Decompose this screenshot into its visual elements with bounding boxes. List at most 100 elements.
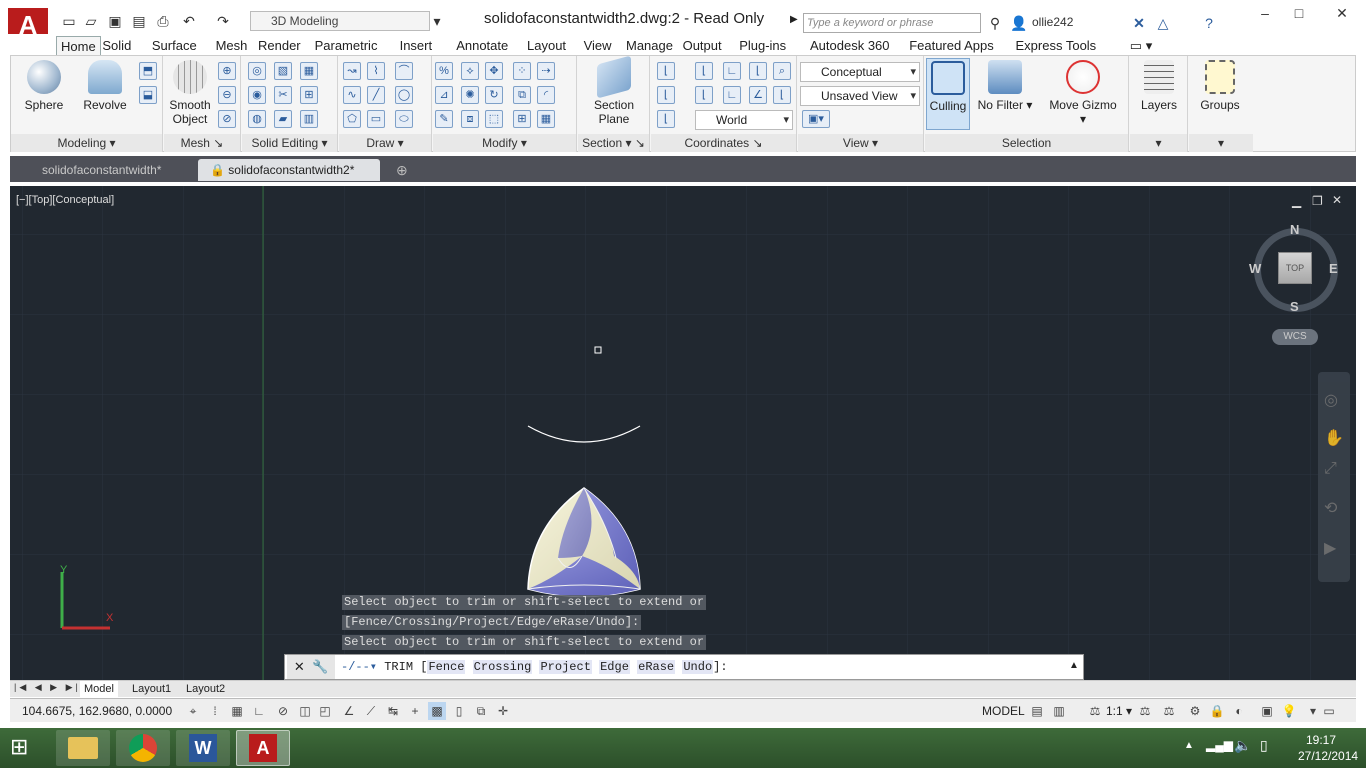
ucs-z-icon[interactable]: ∟ bbox=[723, 86, 741, 104]
mesh-smooth-more-icon[interactable]: ⊕ bbox=[218, 62, 236, 80]
snap-icon[interactable]: ⁞ bbox=[206, 702, 224, 720]
trim-icon[interactable]: % bbox=[435, 62, 453, 80]
3d-osnap-icon[interactable]: ◰ bbox=[316, 702, 334, 720]
option-undo[interactable]: Undo bbox=[682, 660, 714, 674]
grid-array-icon[interactable]: ▦ bbox=[537, 110, 555, 128]
ribbon-tab-mesh[interactable]: Mesh bbox=[212, 36, 252, 56]
panel-title-selection[interactable]: Selection bbox=[925, 134, 1128, 152]
drawing-viewport[interactable]: [−][Top][Conceptual] Y X ▁ ❐ ✕ N S E W T… bbox=[10, 186, 1356, 680]
presspull-icon[interactable]: ⬓ bbox=[139, 86, 157, 104]
ellipse-icon[interactable]: ⬭ bbox=[395, 110, 413, 128]
layout-tab-model[interactable]: Model bbox=[80, 681, 118, 697]
separate-icon[interactable]: ▥ bbox=[300, 110, 318, 128]
dyn-icon[interactable]: ↹ bbox=[384, 702, 402, 720]
clock-time[interactable]: 19:17 bbox=[1306, 733, 1336, 747]
polyline-icon[interactable]: ⌇ bbox=[367, 62, 385, 80]
viewport-controls-label[interactable]: [−][Top][Conceptual] bbox=[16, 194, 114, 206]
ucs-view-icon[interactable]: ⌊ bbox=[657, 110, 675, 128]
windows-start-icon[interactable]: ⊞ bbox=[10, 736, 28, 758]
3d-move-icon[interactable]: ⟡ bbox=[461, 62, 479, 80]
panel-title-draw[interactable]: Draw ▾ bbox=[339, 134, 431, 152]
ucs-origin-icon[interactable]: ⌊ bbox=[695, 86, 713, 104]
infer-constraints-icon[interactable]: ⌖ bbox=[184, 702, 202, 720]
spline-icon[interactable]: ∿ bbox=[343, 86, 361, 104]
maximize-button[interactable]: □ bbox=[1284, 4, 1314, 22]
align-icon[interactable]: ⊿ bbox=[435, 86, 453, 104]
file-explorer-icon[interactable] bbox=[56, 730, 110, 766]
option-fence[interactable]: Fence bbox=[427, 660, 466, 674]
open-icon[interactable]: ▱ bbox=[82, 12, 100, 30]
extract-edges-icon[interactable]: ⊞ bbox=[300, 86, 318, 104]
ortho-icon[interactable]: ∟ bbox=[250, 702, 268, 720]
viewcube-north[interactable]: N bbox=[1290, 222, 1299, 237]
erase-icon[interactable]: ✎ bbox=[435, 110, 453, 128]
clock-date[interactable]: 27/12/2014 bbox=[1298, 749, 1358, 763]
orbit-icon[interactable]: ⟲ bbox=[1324, 498, 1337, 518]
visual-style-dropdown[interactable]: Conceptual bbox=[800, 62, 920, 82]
auto-scale-icon[interactable]: ⚖ bbox=[1160, 702, 1178, 720]
wcs-dropdown[interactable]: WCS bbox=[1272, 329, 1318, 345]
panel-title-mesh[interactable]: Mesh ↘ bbox=[164, 134, 240, 152]
annotation-monitor-icon[interactable]: ✛ bbox=[494, 702, 512, 720]
quick-view-drawings-icon[interactable]: ▥ bbox=[1050, 702, 1068, 720]
ucs-named-icon[interactable]: ⌊ bbox=[695, 62, 713, 80]
binoculars-icon[interactable]: ⚲ bbox=[986, 14, 1004, 32]
command-close-and-customize[interactable]: ✕ 🔧 bbox=[287, 655, 335, 679]
user-icon[interactable]: 👤 bbox=[1010, 14, 1028, 32]
osnap-icon[interactable]: ◫ bbox=[296, 702, 314, 720]
union-icon[interactable]: ◎ bbox=[248, 62, 266, 80]
line-icon[interactable]: ↝ bbox=[343, 62, 361, 80]
revolve-button[interactable]: Revolve bbox=[79, 60, 131, 112]
layers-expand-icon[interactable]: ▾ bbox=[1130, 134, 1187, 152]
viewcube-south[interactable]: S bbox=[1290, 299, 1299, 314]
lock-icon[interactable]: 🔒 bbox=[1208, 702, 1226, 720]
lineweight-icon[interactable]: + bbox=[406, 702, 424, 720]
panel-title-solid-editing[interactable]: Solid Editing ▾ bbox=[242, 134, 337, 152]
ribbon-tab-solid[interactable]: Solid bbox=[98, 36, 135, 56]
ribbon-tab-parametric[interactable]: Parametric bbox=[311, 36, 382, 56]
option-project[interactable]: Project bbox=[539, 660, 592, 674]
circle-icon[interactable]: ◯ bbox=[395, 86, 413, 104]
panel-title-view[interactable]: View ▾ bbox=[798, 134, 923, 152]
copy-icon[interactable]: ⧈ bbox=[461, 110, 479, 128]
clean-screen-icon[interactable]: ▭ bbox=[1320, 702, 1338, 720]
subtract-icon[interactable]: ◉ bbox=[248, 86, 266, 104]
panel-title-coordinates[interactable]: Coordinates ↘ bbox=[651, 134, 796, 152]
search-input[interactable]: Type a keyword or phrase bbox=[803, 13, 981, 33]
viewcube-east[interactable]: E bbox=[1329, 261, 1338, 276]
polygon-icon[interactable]: ⬠ bbox=[343, 110, 361, 128]
plot-icon[interactable]: ⎙ bbox=[154, 12, 172, 30]
mesh-smooth-less-icon[interactable]: ⊖ bbox=[218, 86, 236, 104]
document-tab-active[interactable]: 🔒 solidofaconstantwidth2* ✕ bbox=[198, 159, 380, 199]
scale-icon[interactable]: ⬚ bbox=[485, 110, 503, 128]
viewport-close-icon[interactable]: ✕ bbox=[1332, 193, 1342, 207]
groups-button[interactable]: Groups bbox=[1197, 60, 1243, 112]
break-icon[interactable]: ⇢ bbox=[537, 62, 555, 80]
ribbon-tab-view[interactable]: View bbox=[580, 36, 616, 56]
coordinate-readout[interactable]: 104.6675, 162.9680, 0.0000 bbox=[22, 704, 172, 718]
minimize-button[interactable]: – bbox=[1250, 4, 1280, 22]
groups-expand-icon[interactable]: ▾ bbox=[1189, 134, 1253, 152]
smooth-object-button[interactable]: Smooth Object bbox=[166, 60, 214, 126]
ribbon-tab-insert[interactable]: Insert bbox=[396, 36, 437, 56]
quick-properties-icon[interactable]: ▯ bbox=[450, 702, 468, 720]
ucs-previous-icon[interactable]: ⌊ bbox=[749, 62, 767, 80]
rotate-icon[interactable]: ↻ bbox=[485, 86, 503, 104]
ribbon-tab-autodesk-360[interactable]: Autodesk 360 bbox=[806, 36, 894, 56]
new-tab-icon[interactable]: ⊕ bbox=[384, 159, 420, 181]
isolate-objects-icon[interactable]: ▣ bbox=[1258, 702, 1276, 720]
command-history-toggle-icon[interactable]: ▲ bbox=[1069, 660, 1079, 671]
undo-icon[interactable]: ↶ bbox=[180, 12, 198, 30]
layout-nav-arrows[interactable]: |◀ ◀ ▶ ▶| bbox=[14, 682, 81, 693]
otrack-icon[interactable]: ∠ bbox=[340, 702, 358, 720]
ribbon-tab-layout[interactable]: Layout bbox=[523, 36, 570, 56]
show-hidden-icons[interactable]: ▲ bbox=[1184, 740, 1194, 751]
command-line[interactable]: ✕ 🔧 -/--▾ TRIM [Fence Crossing Project E… bbox=[284, 654, 1084, 680]
stretch-icon[interactable]: ⊞ bbox=[513, 110, 531, 128]
polar-icon[interactable]: ⊘ bbox=[274, 702, 292, 720]
autocad-taskbar-icon[interactable]: A bbox=[236, 730, 290, 766]
hardware-acceleration-icon[interactable]: ◐ bbox=[1230, 702, 1248, 720]
ducs-icon[interactable]: ⟋ bbox=[362, 702, 380, 720]
zoom-extents-icon[interactable]: ⤢ bbox=[1324, 460, 1337, 478]
coordinate-system-dropdown[interactable]: World bbox=[695, 110, 793, 130]
